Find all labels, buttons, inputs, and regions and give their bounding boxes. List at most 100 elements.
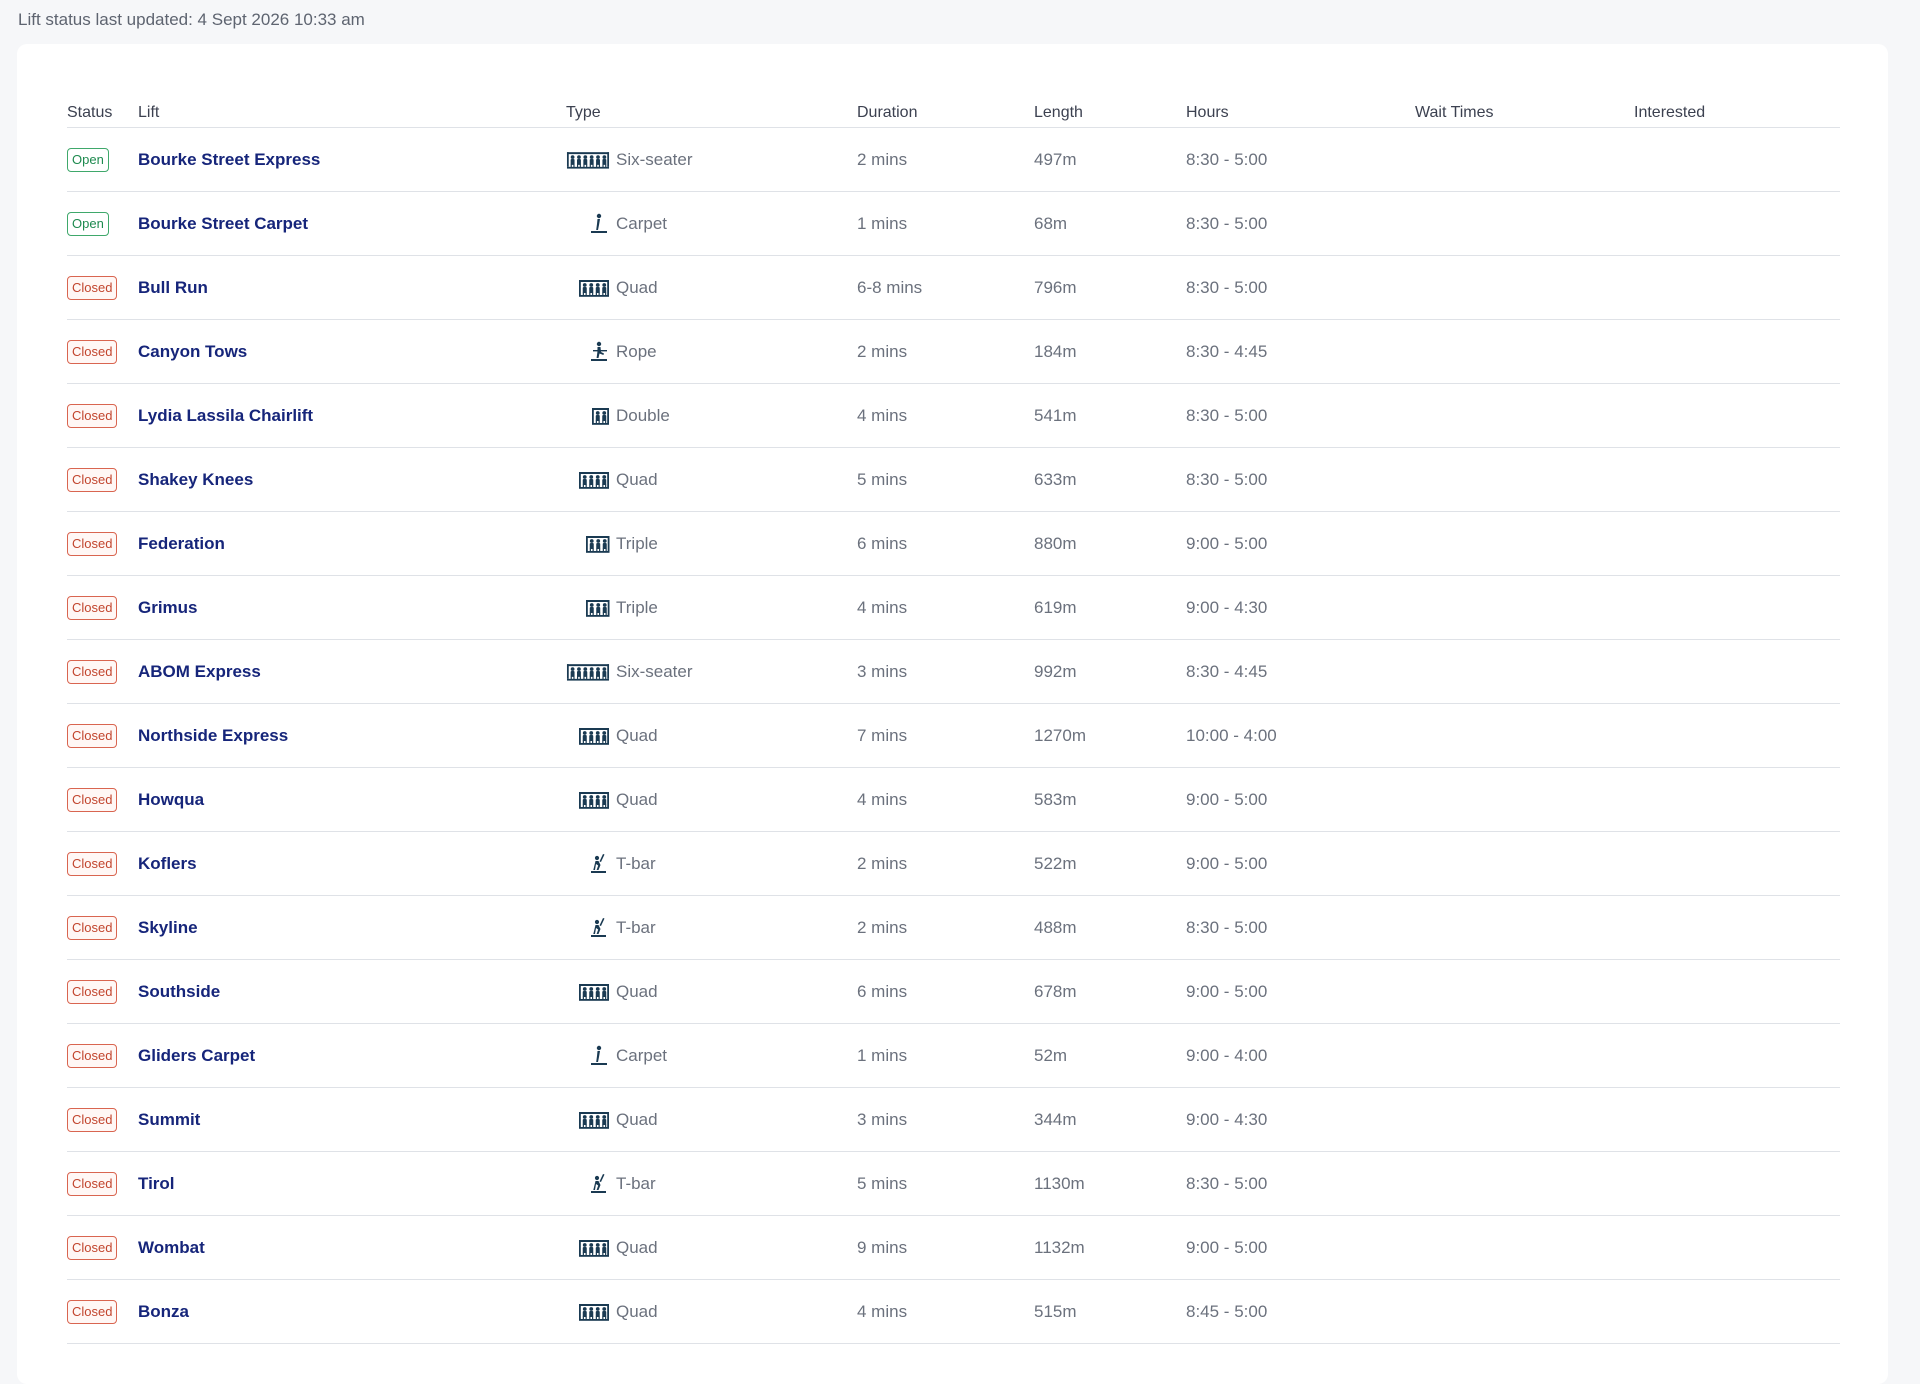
interested-cell [1634,1087,1840,1152]
table-row: Closed Tirol T-bar 5 mins 1130m 8:30 - 5:00 [67,1151,1840,1216]
quad-chair-icon [566,469,610,491]
triple-chair-icon [566,533,610,555]
status-cell: Closed [67,1087,138,1152]
type-cell: Carpet [566,191,857,256]
table-row: Closed Wombat Quad 9 mins 1132m 9:00 - 5:00 [67,1215,1840,1280]
length-cell: 880m [1034,511,1186,576]
type-cell: Quad [566,703,857,768]
lift-type-label: Six-seater [616,661,693,681]
hours-cell: 8:30 - 5:00 [1186,447,1415,512]
lift-name-link[interactable]: Tirol [138,1174,175,1193]
status-badge: Open [67,147,109,172]
hours-cell: 8:45 - 5:00 [1186,1279,1415,1344]
lift-cell: Koflers [138,831,566,896]
lift-cell: Lydia Lassila Chairlift [138,383,566,448]
type-cell: Six-seater [566,127,857,192]
length-cell: 344m [1034,1087,1186,1152]
length-cell: 1132m [1034,1215,1186,1280]
status-cell: Closed [67,831,138,896]
duration-cell: 1 mins [857,1023,1034,1088]
hours-cell: 8:30 - 4:45 [1186,639,1415,704]
length-cell: 583m [1034,767,1186,832]
table-row: Closed Skyline T-bar 2 mins 488m 8:30 - 5:00 [67,895,1840,960]
interested-cell [1634,319,1840,384]
lift-name-link[interactable]: Summit [138,1110,200,1129]
interested-cell [1634,447,1840,512]
hours-cell: 9:00 - 5:00 [1186,831,1415,896]
length-cell: 52m [1034,1023,1186,1088]
hours-cell: 9:00 - 5:00 [1186,1215,1415,1280]
lift-name-link[interactable]: Federation [138,534,225,553]
lift-name-link[interactable]: Bourke Street Express [138,150,320,169]
status-badge: Closed [67,1043,118,1068]
lift-type-label: Quad [616,789,658,809]
wait-times-cell [1415,1215,1634,1280]
status-badge: Closed [67,595,118,620]
wait-times-cell [1415,1023,1634,1088]
lift-name-link[interactable]: Wombat [138,1238,205,1257]
wait-times-cell [1415,1279,1634,1344]
hours-cell: 8:30 - 4:45 [1186,319,1415,384]
wait-times-cell [1415,319,1634,384]
hours-cell: 9:00 - 5:00 [1186,959,1415,1024]
lift-type-label: Quad [616,1301,658,1321]
table-row: Closed Summit Quad 3 mins 344m 9:00 - 4:30 [67,1087,1840,1152]
status-cell: Closed [67,511,138,576]
lift-name-link[interactable]: Shakey Knees [138,470,253,489]
interested-cell [1634,383,1840,448]
lift-cell: Gliders Carpet [138,1023,566,1088]
status-badge: Closed [67,1107,118,1132]
table-row: Closed Shakey Knees Quad 5 mins 633m 8:30 - 5… [67,447,1840,512]
interested-cell [1634,191,1840,256]
length-cell: 488m [1034,895,1186,960]
lift-cell: Wombat [138,1215,566,1280]
table-row: Closed Federation Triple 6 mins 880m 9:00 - 5… [67,511,1840,576]
lift-name-link[interactable]: Skyline [138,918,198,937]
length-cell: 619m [1034,575,1186,640]
interested-cell [1634,1279,1840,1344]
interested-cell [1634,511,1840,576]
lift-name-link[interactable]: Koflers [138,854,197,873]
length-cell: 633m [1034,447,1186,512]
quad-chair-icon [566,1237,610,1259]
type-cell: Triple [566,575,857,640]
status-cell: Closed [67,1279,138,1344]
lift-type-label: Six-seater [616,149,693,169]
double-chair-icon [566,405,610,427]
lift-name-link[interactable]: Howqua [138,790,204,809]
lift-name-link[interactable]: Bonza [138,1302,189,1321]
table-row: Closed Koflers T-bar 2 mins 522m 9:00 - 5:00 [67,831,1840,896]
type-cell: Triple [566,511,857,576]
lift-name-link[interactable]: Bull Run [138,278,208,297]
duration-cell: 3 mins [857,1087,1034,1152]
hours-cell: 9:00 - 4:30 [1186,1087,1415,1152]
hours-cell: 9:00 - 5:00 [1186,767,1415,832]
status-cell: Closed [67,575,138,640]
interested-cell [1634,703,1840,768]
lift-name-link[interactable]: Canyon Tows [138,342,247,361]
type-cell: T-bar [566,1151,857,1216]
status-badge: Closed [67,659,118,684]
type-cell: Quad [566,255,857,320]
lift-cell: Shakey Knees [138,447,566,512]
lift-name-link[interactable]: Southside [138,982,220,1001]
triple-chair-icon [566,597,610,619]
lift-name-link[interactable]: ABOM Express [138,662,261,681]
lift-name-link[interactable]: Grimus [138,598,198,617]
interested-cell [1634,1215,1840,1280]
status-cell: Open [67,191,138,256]
table-row: Open Bourke Street Express Six-seater 2 min… [67,127,1840,192]
duration-cell: 6-8 mins [857,255,1034,320]
status-badge: Closed [67,851,118,876]
lift-name-link[interactable]: Gliders Carpet [138,1046,255,1065]
type-cell: Rope [566,319,857,384]
lift-type-label: Carpet [616,213,668,233]
wait-times-cell [1415,447,1634,512]
carpet-lift-icon [566,1045,610,1067]
hours-cell: 8:30 - 5:00 [1186,255,1415,320]
lift-status-updated: Lift status last updated: 4 Sept 2026 10… [18,10,365,29]
lift-name-link[interactable]: Northside Express [138,726,288,745]
lift-name-link[interactable]: Lydia Lassila Chairlift [138,406,313,425]
column-header-lift: Lift [138,92,566,128]
lift-name-link[interactable]: Bourke Street Carpet [138,214,308,233]
